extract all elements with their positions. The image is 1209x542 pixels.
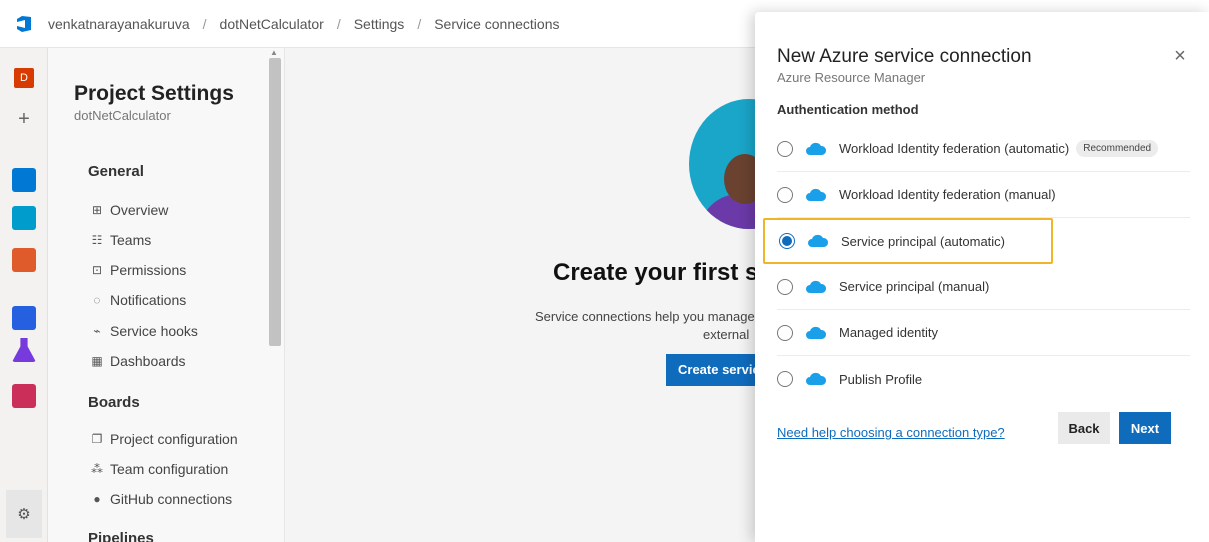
overview-icon[interactable] (12, 168, 36, 192)
new-service-connection-panel: New Azure service connection Azure Resou… (755, 12, 1209, 542)
section-general: General (88, 163, 144, 180)
sidebar-item-label: GitHub connections (110, 491, 233, 507)
option-label: Service principal (manual) (839, 279, 990, 294)
scroll-up-icon[interactable]: ▲ (270, 48, 278, 57)
option-workload-identity-manual[interactable]: Workload Identity federation (manual) (777, 172, 1190, 218)
back-button[interactable]: Back (1058, 412, 1110, 444)
breadcrumb: venkatnarayanakuruva / dotNetCalculator … (48, 16, 560, 32)
radio-button[interactable] (777, 186, 793, 203)
help-choosing-connection-link[interactable]: Need help choosing a connection type? (777, 425, 1005, 440)
option-service-principal-automatic[interactable]: Service principal (automatic) (763, 218, 1053, 264)
sidebar-item-label: Notifications (110, 292, 187, 308)
radio-button[interactable] (777, 278, 793, 295)
option-label: Managed identity (839, 325, 939, 340)
empty-state-text-line2: external (703, 327, 750, 342)
sidebar-scrollbar[interactable] (269, 58, 281, 346)
artifacts-icon[interactable] (12, 384, 36, 408)
cloud-icon (806, 188, 827, 201)
option-publish-profile[interactable]: Publish Profile (777, 356, 1190, 402)
project-settings-gear-icon[interactable]: ⚙ (6, 490, 42, 538)
sidebar-item-dashboards[interactable]: ▦ Dashboards (88, 353, 186, 369)
radio-button-selected[interactable] (779, 233, 795, 249)
option-label: Service principal (automatic) (841, 233, 1006, 249)
panel-title: New Azure service connection (777, 46, 1032, 67)
breadcrumb-page[interactable]: Service connections (434, 16, 559, 32)
github-icon: ● (93, 492, 101, 506)
project-settings-title: Project Settings (74, 82, 234, 105)
sidebar-item-service-hooks[interactable]: ⌁ Service hooks (88, 323, 198, 339)
test-plans-icon[interactable] (12, 338, 36, 362)
sidebar-item-label: Team configuration (110, 461, 229, 477)
option-managed-identity[interactable]: Managed identity (777, 310, 1190, 356)
option-label: Workload Identity federation (manual) (839, 187, 1056, 202)
dashboard-icon: ▦ (91, 354, 103, 368)
sidebar-item-label: Overview (110, 202, 169, 218)
azure-devops-logo-icon[interactable] (0, 0, 48, 48)
breadcrumb-separator: / (202, 15, 207, 32)
section-boards: Boards (88, 394, 140, 411)
radio-button[interactable] (777, 140, 793, 157)
team-configuration-icon: ⁂ (91, 462, 103, 476)
option-label: Publish Profile (839, 371, 923, 387)
sidebar-item-overview[interactable]: ⊞ Overview (88, 202, 168, 218)
overview-nav-icon: ⊞ (91, 203, 103, 217)
project-name: dotNetCalculator (74, 108, 171, 123)
project-configuration-icon: ❐ (91, 432, 103, 446)
sidebar-item-label: Service hooks (110, 323, 198, 339)
section-pipelines: Pipelines (88, 530, 154, 542)
sidebar-item-project-configuration[interactable]: ❐ Project configuration (88, 431, 238, 447)
option-label: Workload Identity federation (automatic) (839, 141, 1070, 156)
sidebar-item-label: Permissions (110, 262, 187, 278)
pipelines-icon[interactable] (12, 306, 36, 330)
breadcrumb-separator: / (417, 15, 422, 32)
project-settings-sidebar: ▲ Project Settings dotNetCalculator Gene… (48, 48, 285, 542)
empty-state-title: Create your first s (553, 259, 759, 286)
sidebar-item-permissions[interactable]: ⊡ Permissions (88, 262, 186, 278)
panel-subtitle: Azure Resource Manager (777, 70, 926, 85)
radio-button[interactable] (777, 324, 793, 341)
empty-state-text: Service connections help you manage (535, 309, 755, 324)
option-workload-identity-automatic[interactable]: Workload Identity federation (automatic)… (777, 126, 1190, 172)
next-button[interactable]: Next (1119, 412, 1171, 444)
close-icon[interactable]: × (1169, 46, 1191, 68)
nav-rail: D + ⚙ (0, 48, 48, 542)
sidebar-item-team-configuration[interactable]: ⁂ Team configuration (88, 461, 228, 477)
breadcrumb-settings[interactable]: Settings (354, 16, 405, 32)
breadcrumb-project[interactable]: dotNetCalculator (220, 16, 324, 32)
cloud-icon (808, 234, 829, 247)
cloud-icon (806, 142, 827, 155)
breadcrumb-org[interactable]: venkatnarayanakuruva (48, 16, 190, 32)
recommended-badge: Recommended (1076, 140, 1159, 157)
sidebar-item-label: Project configuration (110, 431, 238, 447)
notification-icon: ◌ (93, 293, 101, 307)
cloud-icon (806, 372, 827, 385)
sidebar-item-label: Teams (110, 232, 152, 248)
option-service-principal-manual[interactable]: Service principal (manual) (777, 264, 1190, 310)
breadcrumb-separator: / (336, 15, 341, 32)
cloud-icon (806, 326, 827, 339)
sidebar-item-label: Dashboards (110, 353, 186, 369)
sidebar-item-github-connections[interactable]: ● GitHub connections (88, 491, 232, 507)
create-service-connection-button[interactable]: Create servic (666, 354, 766, 386)
boards-icon[interactable] (12, 206, 36, 230)
add-icon[interactable]: + (0, 108, 48, 131)
repos-icon[interactable] (12, 248, 36, 272)
hook-icon: ⌁ (93, 324, 101, 338)
authentication-method-label: Authentication method (777, 102, 919, 117)
cloud-icon (806, 280, 827, 293)
radio-button[interactable] (777, 371, 793, 387)
sidebar-item-teams[interactable]: ☷ Teams (88, 232, 152, 248)
project-avatar-icon[interactable]: D (14, 68, 34, 88)
teams-icon: ☷ (91, 233, 103, 247)
lock-icon: ⊡ (91, 263, 103, 277)
sidebar-item-notifications[interactable]: ◌ Notifications (88, 292, 186, 308)
